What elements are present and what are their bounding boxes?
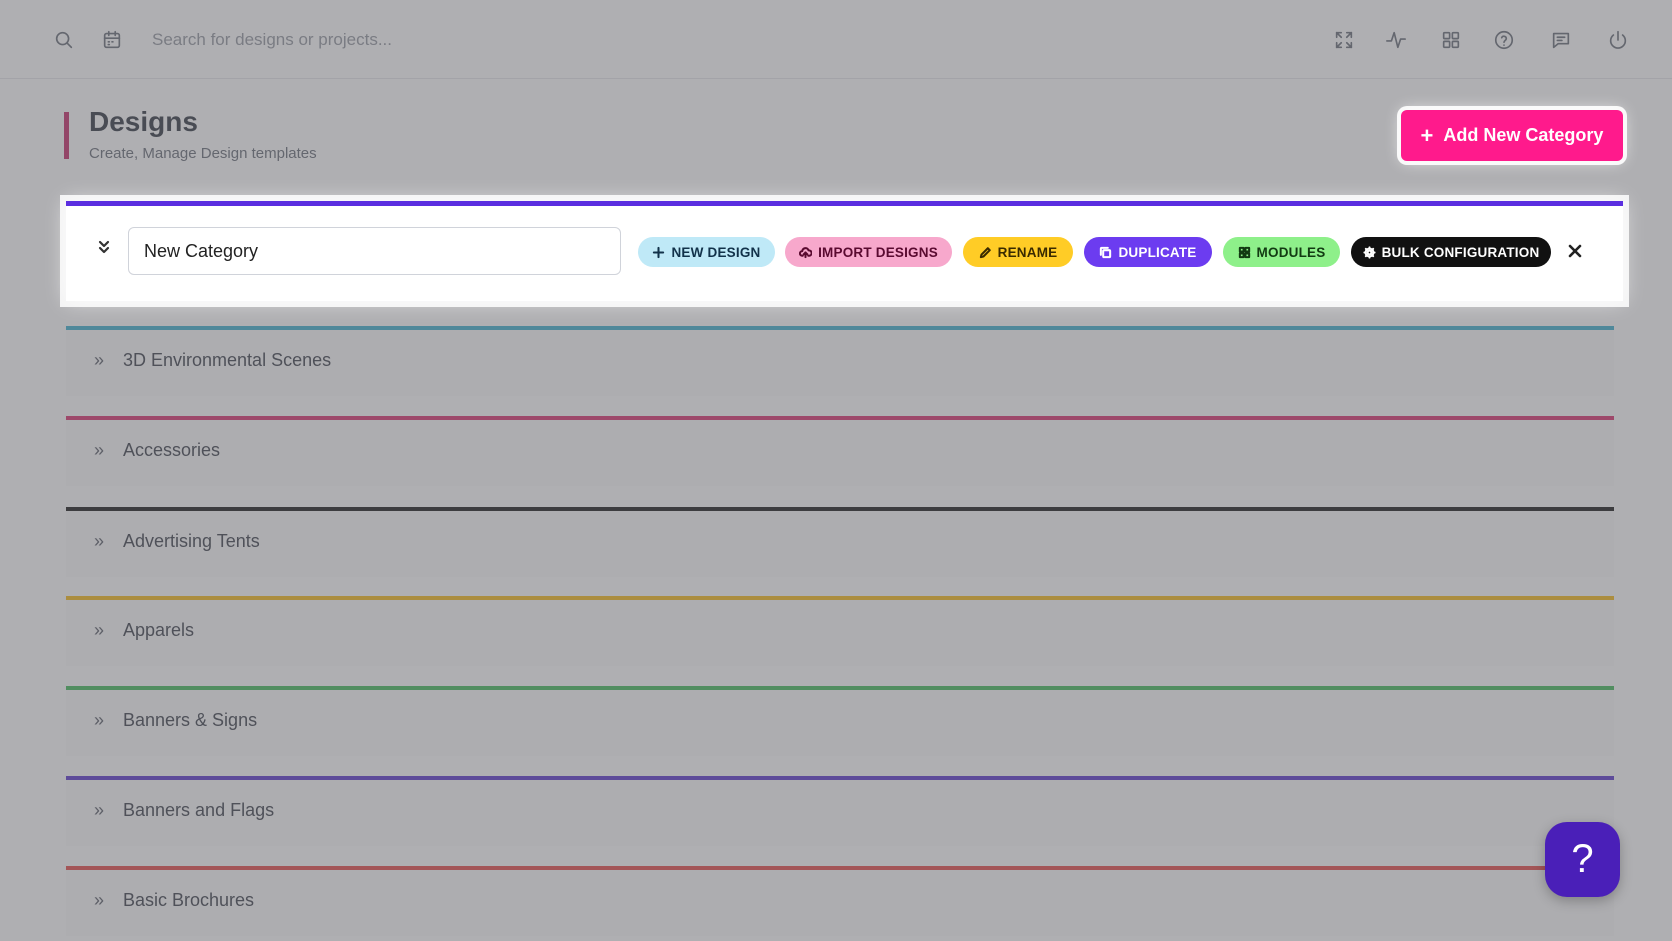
copy-icon [1100,246,1112,258]
category-row[interactable]: » Banners and Flags [66,776,1614,846]
title-accent-bar [64,112,69,159]
bulk-configuration-label: BULK CONFIGURATION [1381,244,1540,260]
add-new-category-label: Add New Category [1443,125,1604,145]
search-icon[interactable] [51,27,77,53]
category-row[interactable]: » Accessories [66,416,1614,486]
activity-icon[interactable] [1383,27,1409,53]
rename-button[interactable]: RENAME [963,237,1073,267]
pencil-icon [979,246,991,258]
new-design-label: NEW DESIGN [671,244,761,260]
search-input[interactable] [152,24,752,56]
plus-icon: + [1420,122,1434,148]
import-designs-label: IMPORT DESIGNS [818,244,938,260]
editing-category-row: NEW DESIGN IMPORT DESIGNS RENAME DUPLICA… [66,201,1623,301]
category-label: Advertising Tents [123,531,260,551]
chevrons-right-icon[interactable]: » [94,350,110,370]
grid-icon [1238,246,1250,258]
duplicate-button[interactable]: DUPLICATE [1084,237,1212,267]
category-label: Banners & Signs [123,710,258,730]
chevrons-right-icon[interactable]: » [94,620,110,640]
category-row[interactable]: » 3D Environmental Scenes [66,326,1614,396]
category-name-input[interactable] [128,227,621,275]
category-label: Accessories [123,440,221,460]
power-icon[interactable] [1605,27,1631,53]
page-subtitle: Create, Manage Design templates [89,145,317,162]
close-icon[interactable] [1564,240,1586,262]
chevrons-right-icon[interactable]: » [94,800,110,820]
chevrons-right-icon[interactable]: » [94,531,110,551]
add-new-category-button[interactable]: + Add New Category [1401,110,1623,161]
chevrons-right-icon[interactable]: » [94,890,110,910]
help-fab-button[interactable]: ? [1545,822,1620,897]
category-row[interactable]: » Advertising Tents [66,507,1614,577]
new-design-button[interactable]: NEW DESIGN [638,237,775,267]
category-label: Banners and Flags [123,800,275,820]
chevrons-right-icon[interactable]: » [94,440,110,460]
question-mark-icon: ? [1571,837,1594,881]
category-row[interactable]: » Apparels [66,596,1614,666]
bulk-configuration-button[interactable]: BULK CONFIGURATION [1351,237,1551,267]
calendar-icon[interactable] [99,27,125,53]
category-row[interactable]: » Banners & Signs [66,686,1614,756]
import-designs-button[interactable]: IMPORT DESIGNS [785,237,952,267]
category-row[interactable]: » Basic Brochures [66,866,1614,936]
top-header [0,0,1672,79]
gear-icon [1362,245,1376,259]
chevrons-right-icon[interactable]: » [94,710,110,730]
rename-label: RENAME [997,244,1058,260]
modules-label: MODULES [1256,244,1326,260]
chat-icon[interactable] [1548,27,1574,53]
fullscreen-icon[interactable] [1331,27,1357,53]
help-circle-icon[interactable] [1491,27,1517,53]
plus-icon [653,246,665,258]
grid-icon[interactable] [1438,27,1464,53]
cloud-upload-icon [799,246,813,258]
category-label: Apparels [123,620,195,640]
page-title: Designs [89,106,198,137]
category-label: Basic Brochures [123,890,255,910]
duplicate-label: DUPLICATE [1118,244,1197,260]
chevrons-down-icon[interactable] [96,239,116,259]
category-label: 3D Environmental Scenes [123,350,332,370]
modules-button[interactable]: MODULES [1223,237,1340,267]
